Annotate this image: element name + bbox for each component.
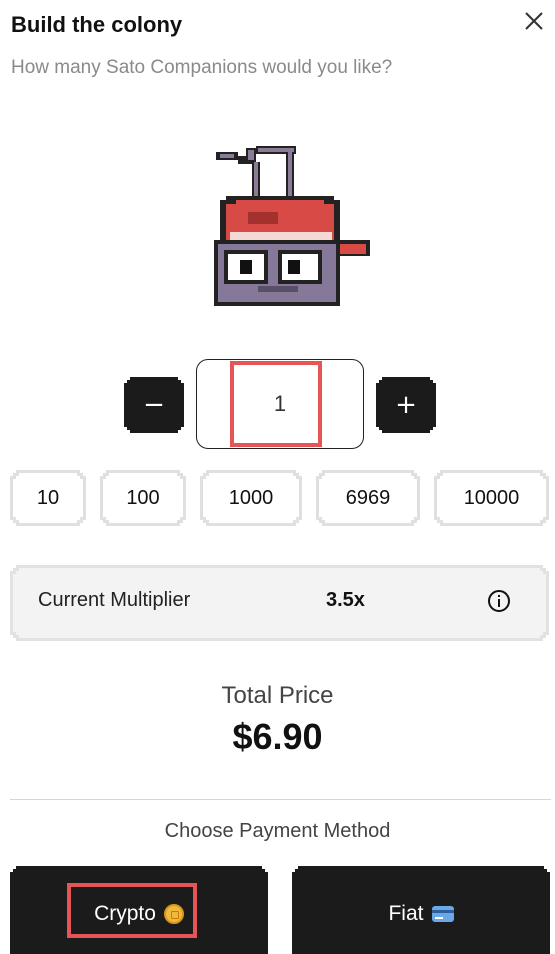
credit-card-icon [432, 906, 454, 922]
fiat-label: Fiat [388, 902, 424, 925]
preset-button-100[interactable]: 100 [100, 470, 186, 526]
preset-button-10000[interactable]: 10000 [434, 470, 549, 526]
preset-button-1000[interactable]: 1000 [200, 470, 302, 526]
multiplier-value: 3.5x [326, 589, 365, 611]
divider [10, 799, 551, 800]
multiplier-label: Current Multiplier [38, 589, 191, 611]
quantity-highlight-box [230, 361, 322, 447]
increment-button[interactable]: + [376, 377, 436, 433]
total-price-label: Total Price [221, 682, 334, 709]
preset-button-10[interactable]: 10 [10, 470, 86, 526]
multiplier-panel: Current Multiplier 3.5x [10, 565, 549, 641]
preset-button-6969[interactable]: 6969 [316, 470, 420, 526]
close-icon [525, 12, 543, 30]
decrement-button[interactable]: − [124, 377, 184, 433]
page-subtitle: How many Sato Companions would you like? [11, 57, 393, 78]
sato-companion-mascot [214, 146, 370, 306]
page-title: Build the colony [11, 12, 183, 37]
preset-label: 100 [103, 473, 183, 523]
preset-label: 6969 [319, 473, 417, 523]
preset-label: 10 [13, 473, 83, 523]
preset-label: 10000 [437, 473, 546, 523]
close-button[interactable] [521, 8, 547, 34]
info-icon[interactable] [487, 589, 511, 613]
total-price-value: $6.90 [232, 716, 323, 757]
preset-label: 1000 [203, 473, 299, 523]
payment-method-label: Choose Payment Method [164, 820, 391, 842]
crypto-highlight-box [67, 883, 197, 938]
fiat-payment-button[interactable]: Fiat [292, 866, 550, 954]
